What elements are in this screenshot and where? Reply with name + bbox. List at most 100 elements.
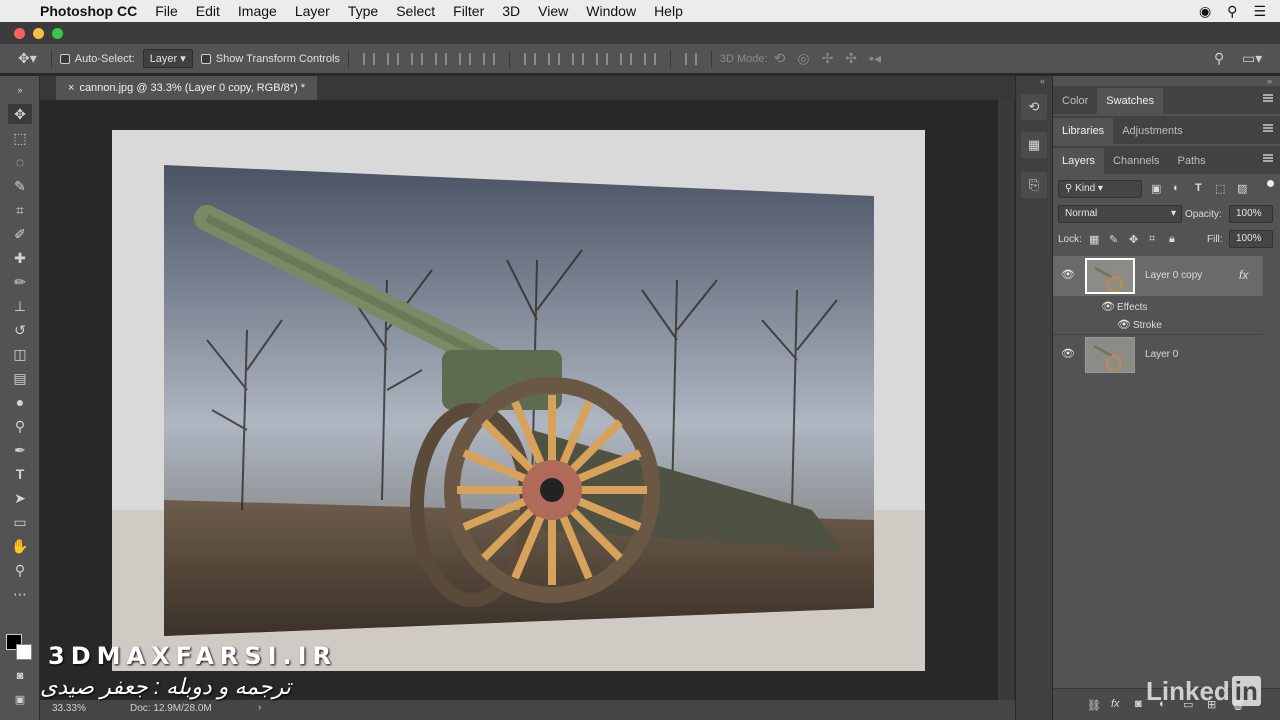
align-top-edges-icon[interactable] xyxy=(362,52,375,65)
path-selection-tool-icon[interactable]: ➤ xyxy=(8,488,32,508)
status-menu-chevron-icon[interactable]: › xyxy=(258,702,261,713)
menu-window[interactable]: Window xyxy=(586,3,636,19)
menu-edit[interactable]: Edit xyxy=(196,3,220,19)
tab-paths[interactable]: Paths xyxy=(1169,148,1215,174)
3d-pan-icon[interactable]: ✢ xyxy=(822,50,834,67)
clone-stamp-tool-icon[interactable]: ⊥ xyxy=(8,296,32,316)
properties-panel-icon[interactable]: ▦ xyxy=(1021,132,1047,158)
brush-tool-icon[interactable]: ✏ xyxy=(8,272,32,292)
align-bottom-edges-icon[interactable] xyxy=(410,52,423,65)
minimize-window-button[interactable] xyxy=(33,28,44,39)
close-window-button[interactable] xyxy=(14,28,25,39)
marquee-tool-icon[interactable]: ⬚ xyxy=(8,128,32,148)
healing-brush-tool-icon[interactable]: ✚ xyxy=(8,248,32,268)
quick-select-tool-icon[interactable]: ✎ xyxy=(8,176,32,196)
3d-roll-icon[interactable]: ◎ xyxy=(797,50,809,67)
zoom-window-button[interactable] xyxy=(52,28,63,39)
distribute-right-icon[interactable] xyxy=(643,52,656,65)
show-transform-checkbox[interactable] xyxy=(200,53,211,64)
document-canvas[interactable] xyxy=(112,130,925,671)
layer-effects-fx-icon[interactable]: fx xyxy=(1239,268,1248,282)
pen-tool-icon[interactable]: ✒ xyxy=(8,440,32,460)
panel-menu-icon[interactable] xyxy=(1263,154,1273,162)
menu-3d[interactable]: 3D xyxy=(502,3,520,19)
panel-menu-icon[interactable] xyxy=(1263,124,1273,132)
blur-tool-icon[interactable]: ● xyxy=(8,392,32,412)
fill-field[interactable]: 100% xyxy=(1229,230,1273,248)
lock-transparent-icon[interactable]: ▦ xyxy=(1089,233,1099,246)
distribute-horizontal-centers-icon[interactable] xyxy=(619,52,632,65)
history-panel-icon[interactable]: ⟲ xyxy=(1021,94,1047,120)
zoom-tool-icon[interactable]: ⚲ xyxy=(8,560,32,580)
tab-swatches[interactable]: Swatches xyxy=(1097,88,1163,114)
tab-layers[interactable]: Layers xyxy=(1053,148,1105,174)
align-left-edges-icon[interactable] xyxy=(434,52,447,65)
collapse-panels-icon[interactable]: » xyxy=(1267,76,1272,86)
menu-select[interactable]: Select xyxy=(396,3,435,19)
auto-select-dropdown[interactable]: Layer ▾ xyxy=(142,49,193,68)
workspace-switcher-icon[interactable]: ▭▾ xyxy=(1242,50,1262,67)
gradient-tool-icon[interactable]: ▤ xyxy=(8,368,32,388)
quick-mask-icon[interactable]: ◙ xyxy=(8,666,32,686)
opacity-field[interactable]: 100% xyxy=(1229,205,1273,223)
lock-artboard-icon[interactable]: ⌗ xyxy=(1149,233,1155,246)
layer-name[interactable]: Layer 0 xyxy=(1145,349,1178,360)
doc-info[interactable]: Doc: 12.9M/28.0M xyxy=(130,703,212,714)
distribute-bottom-icon[interactable] xyxy=(571,52,584,65)
3d-orbit-icon[interactable]: ⟲ xyxy=(774,50,786,67)
filter-pixel-icon[interactable]: ▣ xyxy=(1151,182,1161,195)
close-tab-icon[interactable]: × xyxy=(68,82,74,94)
move-tool-icon[interactable]: ✥ xyxy=(8,104,32,124)
tab-color[interactable]: Color xyxy=(1053,88,1097,114)
add-mask-icon[interactable]: ◙ xyxy=(1135,698,1142,710)
collapse-toolbar-icon[interactable]: » xyxy=(8,80,32,100)
search-icon[interactable]: ⚲ xyxy=(1214,50,1224,67)
lock-all-icon[interactable]: 🔒︎ xyxy=(1169,233,1175,246)
type-tool-icon[interactable]: T xyxy=(8,464,32,484)
zoom-level[interactable]: 33.33% xyxy=(52,703,86,714)
visibility-eye-icon[interactable]: 👁︎ xyxy=(1061,268,1075,281)
filter-type-icon[interactable]: T xyxy=(1195,182,1202,194)
3d-scale-icon[interactable]: ▪◂ xyxy=(869,50,881,67)
document-tab[interactable]: × cannon.jpg @ 33.3% (Layer 0 copy, RGB/… xyxy=(56,76,318,100)
filter-smart-object-icon[interactable]: ▨ xyxy=(1237,182,1247,195)
distribute-top-icon[interactable] xyxy=(523,52,536,65)
auto-align-layers-icon[interactable] xyxy=(684,52,697,65)
menu-layer[interactable]: Layer xyxy=(295,3,330,19)
blend-mode-dropdown[interactable]: Normal ▾ xyxy=(1058,205,1182,223)
app-name-menu[interactable]: Photoshop CC xyxy=(40,3,137,19)
eyedropper-tool-icon[interactable]: ✐ xyxy=(8,224,32,244)
background-color-swatch[interactable] xyxy=(16,644,32,660)
history-brush-tool-icon[interactable]: ↺ xyxy=(8,320,32,340)
layer-thumbnail[interactable] xyxy=(1085,337,1135,373)
auto-select-checkbox[interactable] xyxy=(59,53,70,64)
move-tool-preset-icon[interactable]: ✥▾ xyxy=(18,50,37,67)
stroke-effect-row[interactable]: 👁︎ Stroke xyxy=(1053,316,1263,334)
lock-position-icon[interactable]: ✥ xyxy=(1129,233,1138,246)
spotlight-search-icon[interactable]: ⚲ xyxy=(1227,3,1237,20)
align-vertical-centers-icon[interactable] xyxy=(386,52,399,65)
distribute-left-icon[interactable] xyxy=(595,52,608,65)
effects-row[interactable]: 👁︎ Effects xyxy=(1053,298,1263,316)
menu-type[interactable]: Type xyxy=(348,3,378,19)
lasso-tool-icon[interactable]: ◌ xyxy=(8,152,32,172)
menu-filter[interactable]: Filter xyxy=(453,3,484,19)
notification-list-icon[interactable]: ☰ xyxy=(1253,3,1266,20)
align-right-edges-icon[interactable] xyxy=(482,52,495,65)
screen-mode-icon[interactable]: ▣ xyxy=(8,690,32,710)
lock-image-icon[interactable]: ✎ xyxy=(1109,233,1118,246)
menu-image[interactable]: Image xyxy=(238,3,277,19)
more-tools-icon[interactable]: ⋯ xyxy=(8,584,32,604)
add-layer-style-icon[interactable]: fx xyxy=(1111,698,1120,710)
tab-adjustments[interactable]: Adjustments xyxy=(1113,118,1192,144)
layer-row-layer-0[interactable]: 👁︎ Layer 0 xyxy=(1053,334,1263,374)
panel-menu-icon[interactable] xyxy=(1263,94,1273,102)
creative-cloud-icon[interactable]: ◉ xyxy=(1199,3,1211,20)
visibility-eye-icon[interactable]: 👁︎ xyxy=(1061,347,1075,360)
effects-visibility-eye-icon[interactable]: 👁︎ xyxy=(1101,300,1115,313)
character-panel-icon[interactable]: ⎘ xyxy=(1021,172,1047,198)
crop-tool-icon[interactable]: ⌗ xyxy=(8,200,32,220)
layer-filter-kind-dropdown[interactable]: ⚲ Kind ▾ xyxy=(1058,180,1142,198)
layer-name[interactable]: Layer 0 copy xyxy=(1145,270,1202,281)
menu-view[interactable]: View xyxy=(538,3,568,19)
